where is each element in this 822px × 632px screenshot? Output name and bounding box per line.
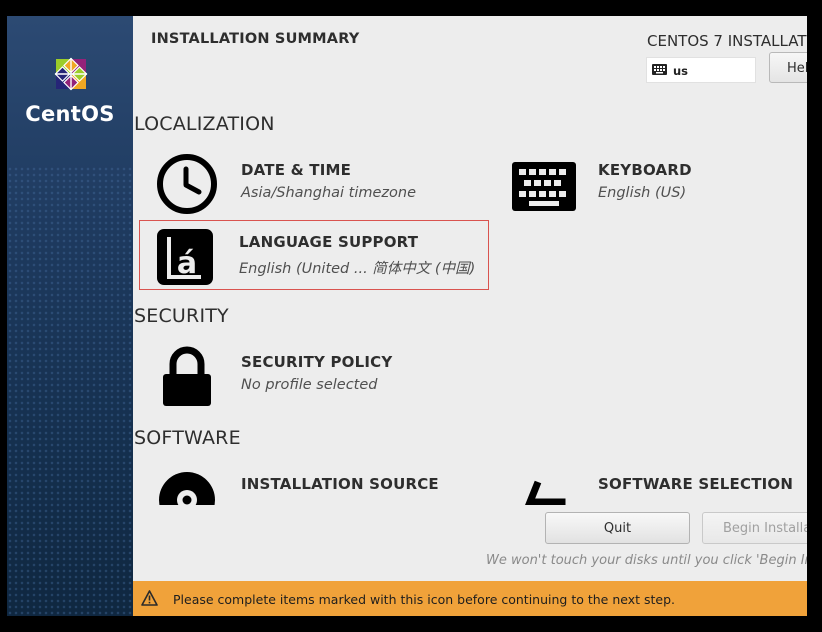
spoke-software-selection-label: SOFTWARE SELECTION — [598, 475, 794, 493]
warning-text: Please complete items marked with this i… — [173, 592, 676, 607]
quit-button[interactable]: Quit — [545, 512, 690, 544]
spoke-keyboard-status: English (US) — [598, 185, 687, 201]
keyboard-layout-indicator[interactable]: us — [646, 57, 756, 83]
footer-actions: Quit Begin Installation We won't touch y… — [133, 505, 807, 581]
page-title: INSTALLATION SUMMARY — [151, 31, 360, 47]
spoke-date-time-status: Asia/Shanghai timezone — [241, 185, 417, 201]
sidebar-pattern — [7, 166, 133, 616]
spoke-security-policy-status: No profile selected — [241, 377, 378, 393]
warning-bar: Please complete items marked with this i… — [133, 581, 807, 616]
svg-text:á: á — [177, 246, 197, 281]
spoke-installation-source-label: INSTALLATION SOURCE — [241, 475, 439, 493]
spoke-language-status: English (United ... 简体中文 (中国) — [239, 261, 476, 277]
language-icon: á — [157, 229, 213, 285]
keyboard-layout-label: us — [673, 64, 689, 78]
spoke-date-time[interactable]: DATE & TIME Asia/Shanghai timezone — [135, 149, 485, 217]
spoke-keyboard-label: KEYBOARD — [598, 161, 692, 179]
product-title: CENTOS 7 INSTALLATION — [647, 32, 807, 50]
section-security: SECURITY — [134, 305, 229, 327]
section-localization: LOCALIZATION — [134, 113, 275, 135]
clock-icon — [157, 154, 217, 214]
brand-name: CentOS — [25, 102, 115, 126]
spoke-date-time-label: DATE & TIME — [241, 161, 352, 179]
spoke-language-label: LANGUAGE SUPPORT — [239, 233, 419, 251]
spoke-language-support[interactable]: á LANGUAGE SUPPORT English (United ... 简… — [139, 220, 489, 290]
installer-window: CentOS INSTALLATION SUMMARY CENTOS 7 INS… — [7, 16, 807, 616]
lock-icon — [163, 346, 211, 406]
warning-icon — [141, 590, 158, 606]
keyboard-icon — [512, 162, 576, 211]
begin-installation-button[interactable]: Begin Installation — [702, 512, 807, 544]
spoke-security-policy[interactable]: SECURITY POLICY No profile selected — [135, 341, 485, 409]
main-panel: INSTALLATION SUMMARY CENTOS 7 INSTALLATI… — [133, 16, 807, 616]
spoke-security-policy-label: SECURITY POLICY — [241, 353, 393, 371]
centos-logo-icon — [54, 57, 88, 91]
sidebar: CentOS — [7, 16, 133, 616]
disk-notice: We won't touch your disks until you clic… — [486, 553, 807, 568]
spoke-keyboard[interactable]: KEYBOARD English (US) — [492, 149, 807, 217]
section-software: SOFTWARE — [134, 427, 241, 449]
keyboard-small-icon — [652, 64, 667, 75]
help-button[interactable]: Help! — [769, 52, 807, 83]
